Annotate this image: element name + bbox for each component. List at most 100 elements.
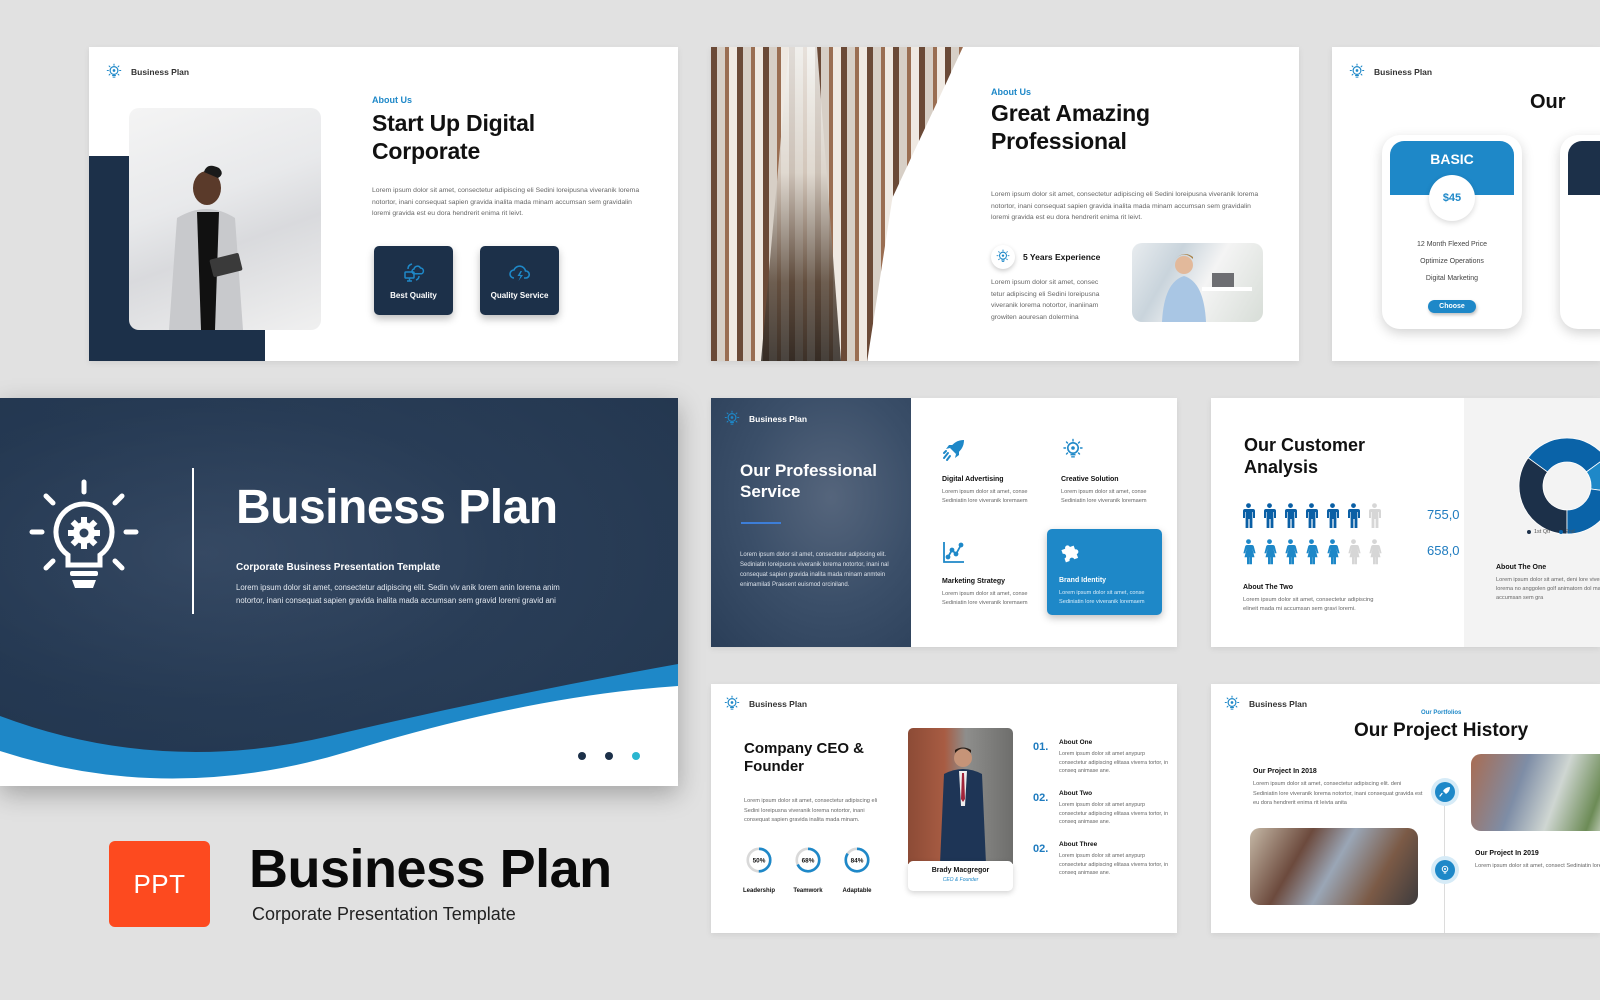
slide-title: Company CEO & Founder bbox=[744, 740, 865, 775]
businessman-photo bbox=[1132, 243, 1263, 322]
female-person-icon bbox=[1283, 539, 1298, 565]
chart-legend: 1st Qtr 2nd bbox=[1527, 529, 1575, 535]
male-person-icon bbox=[1325, 503, 1340, 529]
product-subtitle: Corporate Presentation Template bbox=[252, 904, 516, 924]
progress-ring-label: 84% bbox=[851, 857, 864, 864]
hero-title: Business Plan bbox=[236, 481, 558, 534]
lightbulb-gear-icon bbox=[29, 479, 139, 588]
timeline-node-2018 bbox=[1431, 778, 1459, 806]
progress-ring: 50% bbox=[746, 847, 772, 873]
female-person-icon bbox=[1304, 539, 1319, 565]
project-2019-body: Lorem ipsum dolor sit amet, consect Sedi… bbox=[1475, 863, 1600, 869]
divider-line bbox=[192, 468, 194, 614]
slide-title: Our Project History bbox=[1354, 720, 1529, 741]
feature-card-quality-service: Quality Service bbox=[480, 246, 559, 315]
about-one-body: Lorem ipsum dolor sit amet, deni lore vi… bbox=[1496, 577, 1600, 601]
slide-pagination bbox=[578, 752, 640, 760]
donut-chart bbox=[1518, 437, 1600, 535]
slide-thumbnail-about-professional[interactable]: About Us Great Amazing Professional Lore… bbox=[711, 47, 1299, 361]
brand-name: Business Plan bbox=[1374, 67, 1433, 77]
female-count: 658,0 bbox=[1427, 543, 1460, 558]
body-text: Lorem ipsum dolor sit amet, consectetur … bbox=[991, 191, 1259, 221]
businessman-figure bbox=[1162, 253, 1252, 322]
slide-brand: Business Plan bbox=[1348, 63, 1432, 81]
progress-ring: 68% bbox=[795, 847, 821, 873]
male-person-icon bbox=[1346, 503, 1361, 529]
puzzle-icon bbox=[1061, 545, 1079, 563]
rocket-icon bbox=[1439, 787, 1450, 797]
eyebrow-label: About Us bbox=[372, 95, 412, 105]
pagination-dot[interactable] bbox=[578, 752, 586, 760]
skill-adaptable: 84% Adaptable bbox=[837, 845, 877, 894]
service-brand-identity: Brand Identity Lorem ipsum dolor sit ame… bbox=[1047, 529, 1162, 615]
slide-title: Our bbox=[1530, 91, 1566, 113]
team-fistbump-photo bbox=[1250, 828, 1418, 905]
hero-subtitle: Corporate Business Presentation Template bbox=[236, 562, 441, 573]
female-icon-row bbox=[1241, 539, 1382, 565]
donut-slice-4th-qtr bbox=[1566, 488, 1600, 535]
product-title: Business Plan bbox=[249, 839, 612, 899]
ceo-name: Brady Macgregor bbox=[931, 867, 990, 874]
ceo-figure bbox=[940, 747, 986, 864]
slide-thumbnail-project-history[interactable]: Business Plan Our Portfolios Our Project… bbox=[1211, 684, 1600, 933]
plan-price: $45 bbox=[1429, 175, 1475, 221]
slide-thumbnail-ceo[interactable]: Business Plan Company CEO & Founder Lore… bbox=[711, 684, 1177, 933]
services-photo-panel: Business Plan Our Professional Service L… bbox=[711, 398, 911, 647]
male-person-icon bbox=[1283, 503, 1298, 529]
male-person-icon bbox=[1304, 503, 1319, 529]
feature-card-best-quality: Best Quality bbox=[374, 246, 453, 315]
brand-name: Business Plan bbox=[131, 67, 190, 77]
experience-text: Lorem ipsum dolor sit amet, consec tetur… bbox=[991, 279, 1100, 321]
service-marketing-strategy: Marketing Strategy Lorem ipsum dolor sit… bbox=[942, 540, 1052, 608]
female-person-icon bbox=[1262, 539, 1277, 565]
businesswoman-photo bbox=[129, 108, 321, 330]
legend-item-1st-qtr: 1st Qtr bbox=[1527, 529, 1551, 535]
slide-brand: Business Plan bbox=[723, 695, 807, 713]
rocket-icon bbox=[943, 440, 964, 461]
accent-bar bbox=[741, 522, 781, 524]
body-text: Lorem ipsum dolor sit amet, consectetur … bbox=[744, 798, 878, 823]
wave-decoration bbox=[0, 664, 678, 786]
female-person-icon bbox=[1325, 539, 1340, 565]
male-person-icon bbox=[1262, 503, 1277, 529]
legend-item-2nd-qtr: 2nd bbox=[1558, 529, 1575, 535]
ceo-name-card: Brady Macgregor CEO & Founder bbox=[908, 861, 1013, 891]
slide-brand: Business Plan bbox=[1223, 695, 1307, 713]
lightbulb-logo-icon bbox=[723, 695, 741, 713]
progress-ring-label: 50% bbox=[753, 857, 766, 864]
ppt-format-badge: PPT bbox=[109, 841, 210, 927]
male-person-icon bbox=[1367, 503, 1382, 529]
body-text: Lorem ipsum dolor sit amet, consectetur … bbox=[372, 187, 640, 217]
lightbulb-logo-icon bbox=[723, 410, 741, 428]
lightbulb-logo-icon bbox=[1223, 695, 1241, 713]
eyebrow-label: Our Portfolios bbox=[1421, 710, 1462, 716]
line-chart-icon bbox=[943, 542, 964, 563]
slide-thumbnail-pricing[interactable]: Business Plan Our BASIC $45 12 Month Fle… bbox=[1332, 47, 1600, 361]
lightbulb-logo-icon bbox=[1348, 63, 1366, 81]
male-count: 755,0 bbox=[1427, 507, 1460, 522]
slide-thumbnail-customer-analysis[interactable]: Our Customer Analysis 755,0 658,0 About … bbox=[1211, 398, 1600, 647]
cloud-lightning-icon bbox=[508, 265, 530, 281]
lightbulb-logo-icon bbox=[105, 63, 123, 81]
project-2018-title: Our Project In 2018 bbox=[1253, 768, 1317, 775]
lightbulb-icon bbox=[1441, 865, 1449, 874]
pagination-dot-active[interactable] bbox=[632, 752, 640, 760]
slide-title: Start Up Digital Corporate bbox=[372, 110, 535, 164]
ceo-role: CEO & Founder bbox=[942, 877, 979, 883]
service-digital-advertising: Digital Advertising Lorem ipsum dolor si… bbox=[942, 438, 1052, 506]
donut-slice-1st-qtr bbox=[1518, 457, 1568, 535]
hero-body: Lorem ipsum dolor sit amet, consectetur … bbox=[236, 583, 560, 605]
pagination-dot[interactable] bbox=[605, 752, 613, 760]
team-laptop-photo bbox=[1471, 754, 1600, 831]
slide-title: Our Customer Analysis bbox=[1244, 435, 1366, 477]
businesswoman-figure bbox=[169, 165, 243, 330]
slide-thumbnail-about-startup[interactable]: Business Plan About Us Start Up Digital … bbox=[89, 47, 678, 361]
progress-ring-label: 68% bbox=[802, 857, 815, 864]
choose-button[interactable]: Choose bbox=[1428, 300, 1476, 313]
slide-thumbnail-services[interactable]: Business Plan Our Professional Service L… bbox=[711, 398, 1177, 647]
pricing-card-next bbox=[1560, 135, 1600, 329]
about-one-title: About The One bbox=[1496, 564, 1547, 571]
slide-hero-title[interactable]: Business Plan Corporate Business Present… bbox=[0, 398, 678, 786]
slide-brand: Business Plan bbox=[723, 410, 807, 428]
lightbulb-icon bbox=[1061, 438, 1085, 462]
